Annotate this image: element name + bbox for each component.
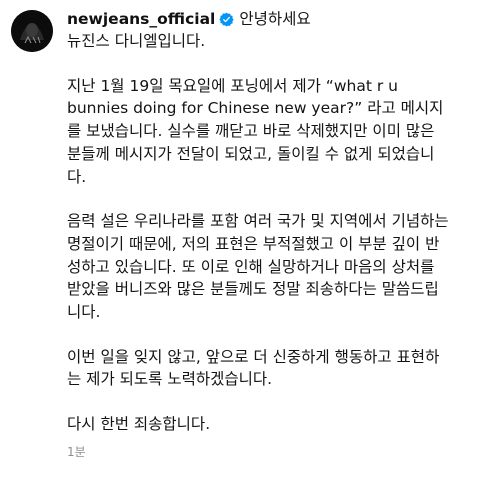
caption-first-line: newjeans_official 안녕하세요	[67, 8, 492, 30]
caption-greeting: 안녕하세요	[239, 10, 311, 28]
post-timestamp[interactable]: 1분	[67, 443, 86, 460]
caption-intro: 뉴진스 다니엘입니다.	[67, 32, 206, 50]
caption-paragraph: 지난 1월 19일 목요일에 포닝에서 제가 “what r u bunnies…	[67, 76, 444, 186]
verified-check-icon	[219, 12, 235, 27]
caption-paragraph: 이번 일을 잊지 않고, 앞으로 더 신중하게 행동하고 표현하 는 제가 되도…	[67, 347, 440, 389]
caption-paragraph: 음력 설은 우리나라를 포함 여러 국가 및 지역에서 기념하는 명절이기 때문…	[67, 212, 449, 322]
caption-paragraph: 다시 한번 죄송합니다.	[67, 415, 211, 434]
username-link[interactable]: newjeans_official	[67, 8, 215, 30]
instagram-post-caption: newjeans_official 안녕하세요 뉴진스 다니엘입니다. 지난 1…	[0, 0, 500, 481]
caption-body: newjeans_official 안녕하세요 뉴진스 다니엘입니다. 지난 1…	[67, 8, 492, 436]
avatar-image	[11, 10, 53, 52]
profile-avatar-icon[interactable]	[11, 10, 53, 52]
